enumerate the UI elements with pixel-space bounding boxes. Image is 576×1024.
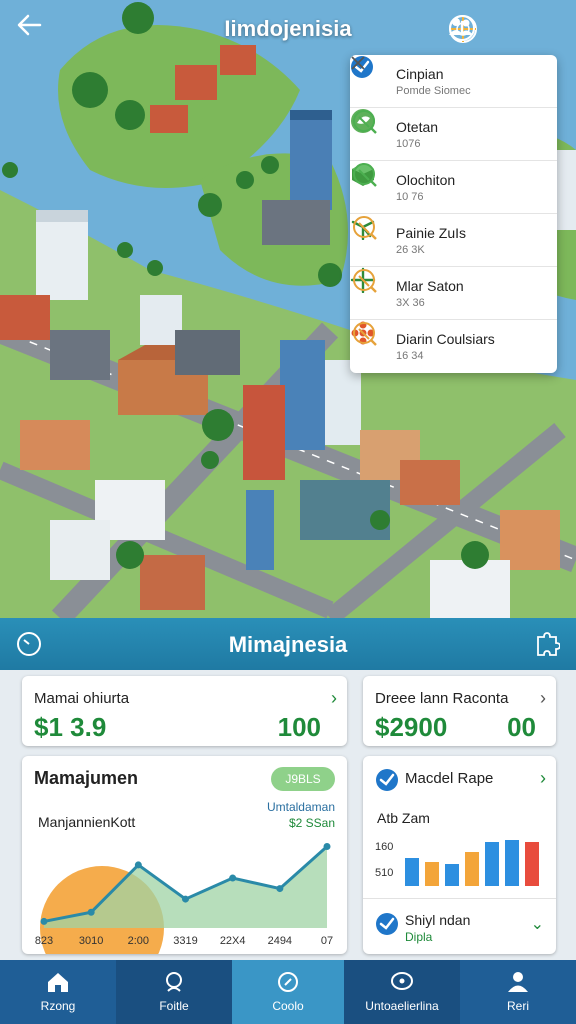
nav-item-home[interactable]: Rzong (0, 960, 116, 1024)
close-button[interactable] (351, 56, 547, 96)
magnifier-icon (353, 110, 377, 134)
data-point (182, 895, 189, 903)
bar (485, 842, 499, 886)
search-button[interactable] (353, 163, 547, 202)
dashboard-header: Mimajnesia (0, 618, 576, 670)
check-badge-icon (351, 56, 386, 94)
list-item-title: Mlar Saton (396, 277, 464, 294)
nav-label: Reri (506, 999, 529, 1013)
bar (425, 862, 439, 886)
stat-card-2[interactable]: Dreee lann Raconta › $2900 00 (363, 676, 556, 746)
x-tick-label: 2494 (268, 935, 292, 947)
list-item-title: Diarin Coulsiars (396, 331, 495, 347)
panel-header-row[interactable]: Cinpian Pomde Siomec (350, 55, 557, 108)
magnifier-icon (353, 269, 377, 293)
data-point (229, 874, 237, 882)
search-button[interactable] (353, 322, 547, 362)
list-item[interactable]: Painie ZuIs 26 3K (350, 214, 557, 267)
bar (505, 840, 519, 886)
nav-label: Untoaelierlina (365, 999, 439, 1013)
stat-value: $2900 (375, 712, 448, 742)
list-item[interactable]: Olochiton 10 76 (350, 161, 557, 214)
check-badge-icon (376, 913, 398, 935)
nav-item-chat[interactable]: Untoaelierlina (344, 960, 460, 1024)
list-item-title: Otetan (396, 118, 439, 135)
x-tick-label: 823 (35, 935, 53, 947)
x-tick-label: 2:00 (128, 935, 149, 947)
bar (465, 852, 479, 886)
stat-label: Dreee lann Raconta (375, 690, 509, 707)
profile-icon (508, 972, 528, 992)
nav-item-compass[interactable]: Coolo (232, 960, 344, 1024)
dashboard-body: Mamai ohiurta › $1 3.9 100 Dreee lann Ra… (0, 670, 576, 960)
x-tick-label: 3010 (79, 935, 103, 947)
data-point (40, 917, 48, 925)
bottom-navigation: Rzong Foitle Coolo Untoaelierlina Reri (0, 960, 576, 1024)
magnifier-icon (353, 216, 377, 240)
x-tick-label: 07 (321, 935, 333, 947)
list-item-value: 26 3K (396, 243, 425, 256)
list-item-title: Olochiton (396, 171, 456, 188)
panel-title: Cinpian (396, 65, 444, 82)
area-chart: 823 3010 2:00 3319 22X4 2494 07 (35, 843, 333, 954)
area-chart-card[interactable]: Mamajumen J9BLS Umtaldaman $2 SSan Manja… (22, 756, 347, 954)
y-tick-label: 510 (375, 867, 393, 879)
footer-title: Shiyl ndan (405, 912, 471, 928)
nav-label: Foitle (159, 999, 189, 1013)
data-point (87, 908, 95, 916)
dashboard-title: Mimajnesia (228, 632, 348, 657)
nav-item-location[interactable]: Foitle (116, 960, 232, 1024)
list-item[interactable]: Mlar Saton 3X 36 (350, 267, 557, 320)
search-button[interactable] (353, 269, 547, 308)
info-icon (449, 15, 475, 41)
nav-label: Coolo (272, 999, 304, 1013)
list-item-value: 16 34 (396, 350, 424, 362)
stat-secondary-value: 100 (277, 712, 321, 742)
list-item-value: 1076 (396, 137, 421, 150)
chevron-right-icon: › (331, 688, 337, 708)
list-item[interactable]: Diarin Coulsiars 16 34 (350, 320, 557, 373)
stat-card-1[interactable]: Mamai ohiurta › $1 3.9 100 (22, 676, 347, 746)
bar (405, 858, 419, 886)
panel-subtitle: Pomde Siomec (396, 84, 471, 97)
bar-chart-card[interactable]: Macdel Rape › Atb Zam 160 510 Shiyl ndan … (363, 756, 556, 954)
search-button[interactable] (353, 216, 547, 255)
location-icon (166, 972, 182, 992)
chevron-down-icon[interactable]: ⌄ (531, 914, 544, 934)
data-point (134, 861, 142, 869)
data-point (276, 885, 284, 893)
footer-subtitle: Dipla (405, 930, 433, 944)
info-button[interactable] (449, 14, 558, 44)
nav-label: Rzong (40, 999, 76, 1013)
users-button[interactable] (449, 14, 518, 44)
stat-label: Mamai ohiurta (34, 690, 130, 707)
stat-value: $1 3.9 (34, 712, 107, 742)
y-tick-label: 160 (375, 841, 393, 853)
chat-icon (391, 972, 413, 990)
x-tick-label: 3319 (173, 935, 197, 947)
bar (525, 842, 539, 886)
list-item[interactable]: Otetan 1076 (350, 108, 557, 161)
compass-icon (278, 972, 298, 992)
list-item-value: 10 76 (396, 190, 424, 203)
city-map[interactable]: Iimdojenisia Cinpian Pomde Siomec Otetan… (0, 0, 576, 618)
search-button[interactable] (353, 110, 547, 149)
nav-item-profile[interactable]: Reri (460, 960, 576, 1024)
list-item-title: Painie ZuIs (396, 224, 467, 241)
data-point (323, 843, 331, 851)
magnifier-icon (353, 322, 377, 346)
bar (445, 864, 459, 886)
puzzle-icon[interactable] (534, 631, 560, 657)
stat-secondary-value: 00 (507, 712, 536, 742)
magnifier-icon (353, 163, 377, 187)
x-tick-label: 22X4 (220, 935, 246, 947)
chevron-right-icon: › (540, 688, 546, 708)
close-icon (351, 56, 365, 70)
places-panel: Cinpian Pomde Siomec Otetan 1076 Olochit… (350, 55, 557, 373)
list-item-value: 3X 36 (396, 296, 425, 309)
home-icon (48, 973, 68, 992)
